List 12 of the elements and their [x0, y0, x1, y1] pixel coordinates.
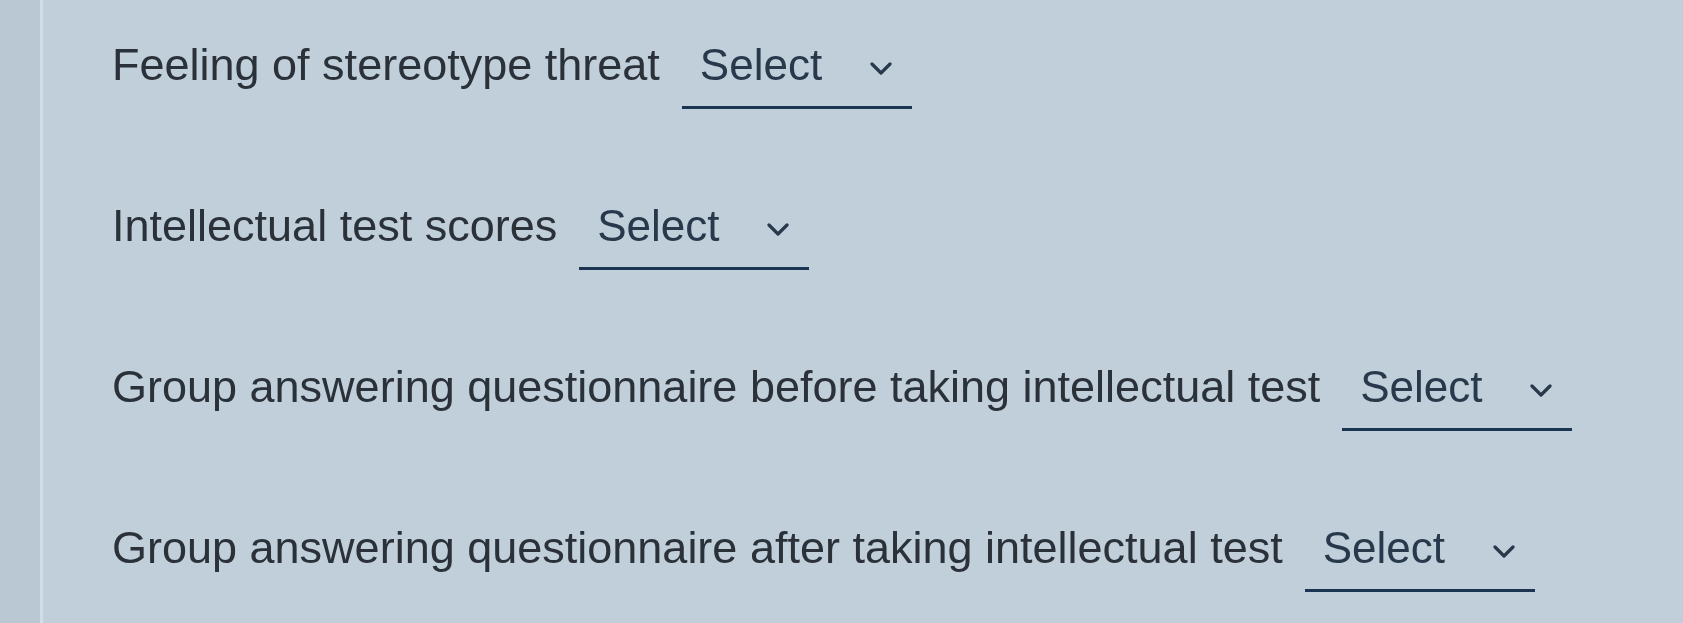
- question-label: Intellectual test scores: [112, 200, 558, 252]
- question-label: Feeling of stereotype threat: [112, 39, 660, 91]
- select-dropdown[interactable]: Select: [1342, 356, 1573, 431]
- question-label: Group answering questionnaire before taking intellectual test: [112, 361, 1321, 413]
- select-dropdown[interactable]: Select: [681, 34, 912, 109]
- chevron-down-icon: [1492, 544, 1515, 558]
- chevron-down-icon: [869, 61, 892, 75]
- select-dropdown[interactable]: Select: [579, 195, 810, 270]
- chevron-down-icon: [767, 222, 790, 236]
- chevron-down-icon: [1530, 383, 1553, 397]
- select-dropdown[interactable]: Select: [1304, 517, 1535, 592]
- question-label: Group answering questionnaire after taking intellectual test: [112, 522, 1283, 574]
